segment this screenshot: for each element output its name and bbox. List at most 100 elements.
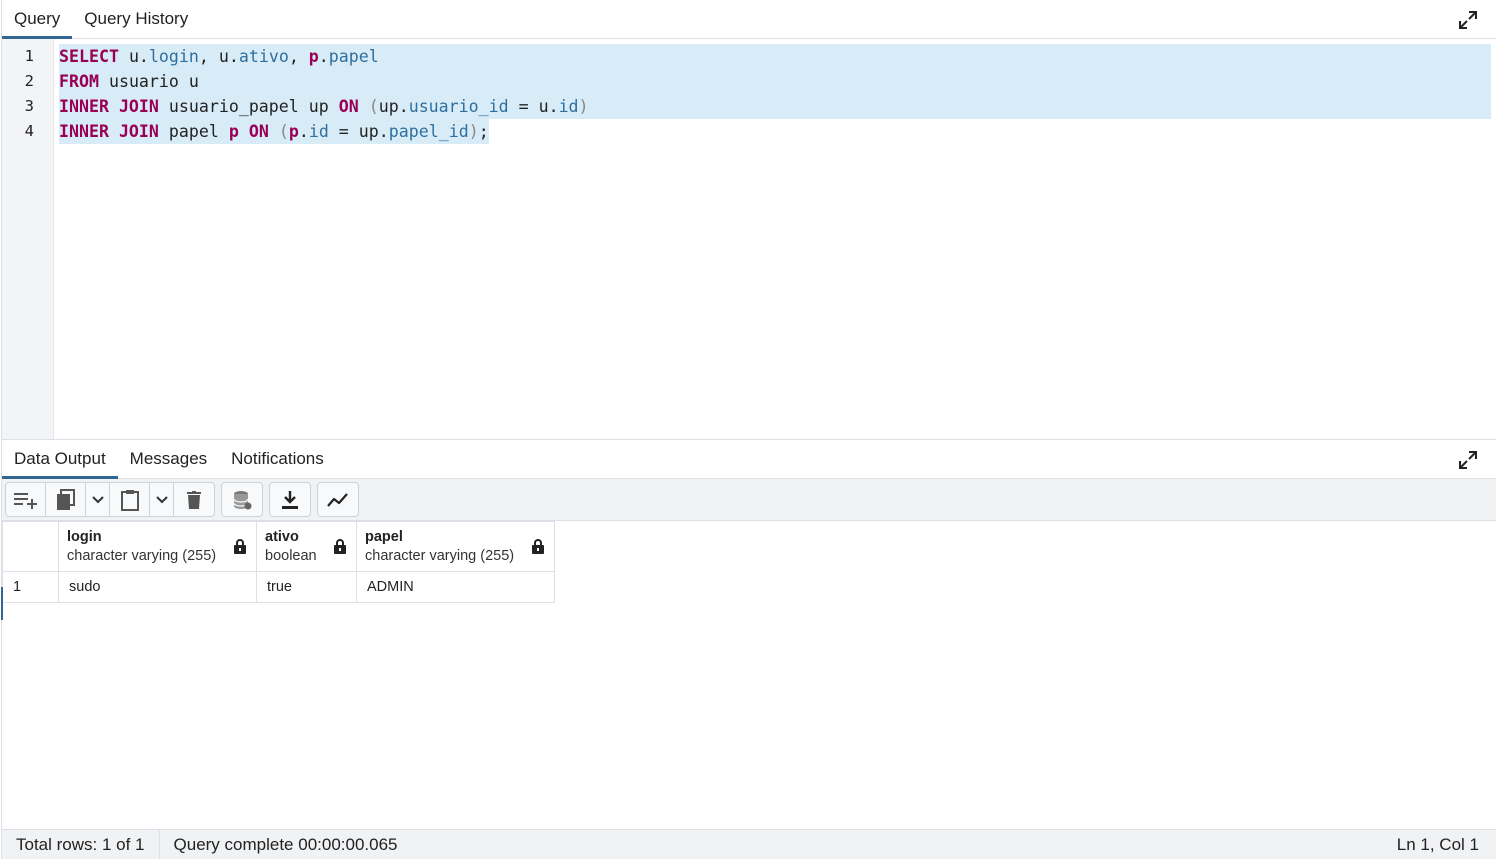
selection-highlight: INNER JOIN papel p ON (p.id = up.papel_i…: [59, 119, 489, 144]
query-tabbar: Query Query History: [2, 0, 1496, 39]
sql-keyword: p: [308, 47, 319, 66]
chevron-down-icon: [91, 495, 104, 504]
sql-text: .: [298, 122, 309, 141]
line-number: 3: [24, 97, 34, 115]
lock-icon: [532, 539, 544, 558]
sql-paren: ): [468, 122, 479, 141]
tab-query-history[interactable]: Query History: [72, 0, 200, 38]
code-area[interactable]: SELECT u.login, u.ativo, p.papel FROM us…: [59, 44, 1491, 144]
header-row: login character varying (255) ativo bool…: [2, 521, 555, 572]
paste-button[interactable]: [110, 483, 150, 516]
sql-text: usuario u: [98, 72, 199, 91]
data-toolbar: [2, 479, 1496, 521]
sql-column: papel: [328, 47, 379, 66]
sql-keyword: INNER JOIN: [59, 97, 159, 116]
code-line-4: INNER JOIN papel p ON (p.id = up.papel_i…: [59, 119, 1491, 144]
delete-button[interactable]: [174, 483, 214, 516]
expand-icon[interactable]: [1458, 10, 1478, 30]
sql-column: login: [148, 47, 199, 66]
graph-visualiser-button[interactable]: [318, 483, 358, 516]
add-row-button[interactable]: [6, 483, 46, 516]
code-line-3: INNER JOIN usuario_papel up ON (up.usuar…: [59, 94, 1491, 119]
delete-icon: [187, 490, 201, 509]
tab-data-output[interactable]: Data Output: [2, 440, 118, 479]
sql-text: , u.: [198, 47, 239, 66]
sql-keyword: FROM: [59, 72, 99, 91]
paste-icon: [120, 489, 139, 511]
sql-text: = u.: [508, 97, 559, 116]
download-button[interactable]: [270, 483, 310, 516]
sql-text: .: [318, 47, 329, 66]
line-gutter: 1 2 3 4: [2, 39, 54, 439]
download-button-group: [269, 482, 311, 517]
row-number[interactable]: 1: [2, 571, 59, 603]
graph-button-group: [317, 482, 359, 517]
column-name: login: [67, 528, 102, 545]
query-complete-status: Query complete 00:00:00.065: [173, 834, 398, 854]
column-header-ativo[interactable]: ativo boolean: [256, 521, 357, 572]
total-rows-status: Total rows: 1 of 1: [2, 829, 160, 859]
copy-button[interactable]: [46, 483, 86, 516]
code-line-1: SELECT u.login, u.ativo, p.papel: [59, 44, 1491, 69]
save-data-icon: [232, 490, 252, 510]
sql-column: ativo: [238, 47, 289, 66]
edit-button-group: [5, 482, 215, 517]
copy-icon: [56, 488, 76, 511]
line-number: 2: [24, 72, 34, 90]
output-panel: Data Output Messages Notifications login…: [1, 439, 1496, 859]
sql-text: papel: [158, 122, 229, 141]
chevron-down-icon: [155, 495, 168, 504]
sql-column: usuario_id: [408, 97, 509, 116]
save-data-button[interactable]: [222, 483, 262, 516]
line-number: 1: [24, 47, 34, 65]
cursor-position: Ln 1, Col 1: [1396, 834, 1479, 854]
graph-icon: [327, 492, 349, 507]
status-bar: Total rows: 1 of 1 Query complete 00:00:…: [2, 829, 1496, 859]
sql-editor[interactable]: 1 2 3 4 SELECT u.login, u.ativo, p.papel…: [2, 39, 1496, 439]
sql-paren: (: [278, 122, 289, 141]
sql-keyword: p: [228, 122, 239, 141]
tab-query[interactable]: Query: [2, 0, 73, 39]
sql-text: up.: [378, 97, 409, 116]
sql-text: ,: [288, 47, 309, 66]
output-tabbar: Data Output Messages Notifications: [2, 440, 1496, 479]
tab-notifications[interactable]: Notifications: [219, 440, 336, 478]
cell-login[interactable]: sudo: [58, 571, 257, 603]
result-grid: login character varying (255) ativo bool…: [1, 521, 1496, 829]
paste-options-button[interactable]: [150, 483, 174, 516]
save-button-group: [221, 482, 263, 517]
sql-paren: ): [578, 97, 589, 116]
cell-ativo[interactable]: true: [256, 571, 357, 603]
row-number-header[interactable]: [2, 521, 59, 572]
lock-icon: [234, 539, 246, 558]
line-number: 4: [24, 122, 34, 140]
code-line-2: FROM usuario u: [59, 69, 1491, 94]
column-type: character varying (255): [67, 547, 217, 564]
sql-column: papel_id: [388, 122, 469, 141]
sql-text: usuario_papel up: [158, 97, 339, 116]
column-header-login[interactable]: login character varying (255): [58, 521, 257, 572]
sql-keyword: ON: [338, 97, 359, 116]
row-selection-marker: [1, 587, 3, 620]
table-row[interactable]: 1 sudo true ADMIN: [2, 571, 555, 603]
sql-keyword: ON: [248, 122, 269, 141]
sql-keyword: p: [288, 122, 299, 141]
copy-options-button[interactable]: [86, 483, 110, 516]
sql-paren: (: [368, 97, 379, 116]
expand-icon[interactable]: [1458, 450, 1478, 470]
sql-text: = up.: [328, 122, 389, 141]
column-header-papel[interactable]: papel character varying (255): [356, 521, 555, 572]
column-name: papel: [365, 528, 403, 545]
sql-keyword: SELECT: [59, 47, 119, 66]
sql-text: ;: [478, 122, 489, 141]
query-panel: Query Query History 1 2 3 4 SELECT u.log…: [1, 0, 1496, 439]
cell-papel[interactable]: ADMIN: [356, 571, 555, 603]
result-table: login character varying (255) ativo bool…: [2, 521, 555, 603]
add-row-icon: [13, 491, 39, 509]
download-icon: [281, 490, 299, 510]
sql-column: id: [558, 97, 579, 116]
tab-messages[interactable]: Messages: [118, 440, 219, 478]
